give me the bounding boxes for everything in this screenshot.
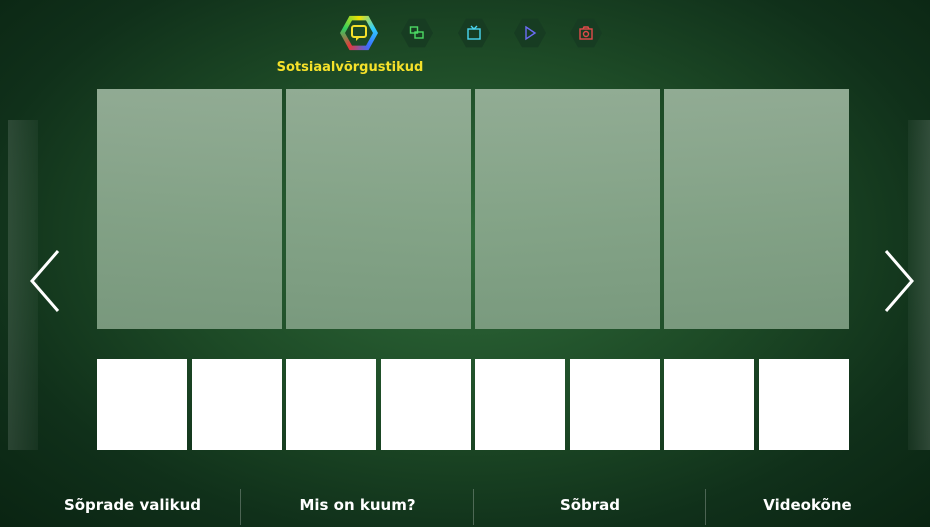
nav-multiscreen-button[interactable] xyxy=(401,18,433,48)
next-arrow-icon[interactable] xyxy=(882,249,916,313)
menu-friends[interactable]: Sõbrad xyxy=(475,483,705,527)
thumbnail-tiles xyxy=(97,359,850,450)
preview-tile[interactable] xyxy=(286,89,471,329)
top-navigation xyxy=(0,14,930,54)
menu-divider xyxy=(473,489,474,525)
multi-screen-icon xyxy=(409,26,424,39)
nav-tv-button[interactable] xyxy=(458,18,490,48)
thumbnail-tile[interactable] xyxy=(664,359,754,450)
thumbnail-tile[interactable] xyxy=(759,359,849,450)
thumbnail-tile[interactable] xyxy=(286,359,376,450)
thumbnail-tile[interactable] xyxy=(381,359,471,450)
nav-play-button[interactable] xyxy=(514,18,546,48)
bottom-menu: Sõprade valikud Mis on kuum? Sõbrad Vide… xyxy=(0,483,930,527)
nav-social-button[interactable] xyxy=(340,15,378,51)
tv-icon xyxy=(467,25,481,40)
preview-tiles xyxy=(97,89,850,329)
preview-tile[interactable] xyxy=(97,89,282,329)
menu-whats-hot[interactable]: Mis on kuum? xyxy=(245,483,470,527)
thumbnail-tile[interactable] xyxy=(475,359,565,450)
preview-tile[interactable] xyxy=(664,89,849,329)
menu-video-call[interactable]: Videokõne xyxy=(705,483,910,527)
play-icon xyxy=(525,25,537,41)
nav-camera-button[interactable] xyxy=(570,18,602,48)
thumbnail-tile[interactable] xyxy=(192,359,282,450)
social-chat-icon xyxy=(351,25,367,41)
menu-divider xyxy=(240,489,241,525)
preview-tile[interactable] xyxy=(475,89,660,329)
thumbnail-tile[interactable] xyxy=(570,359,660,450)
section-title: Sotsiaalvõrgustikud xyxy=(276,60,424,75)
previous-arrow-icon[interactable] xyxy=(28,249,62,313)
menu-friends-picks[interactable]: Sõprade valikud xyxy=(20,483,245,527)
camera-icon xyxy=(579,26,593,40)
thumbnail-tile[interactable] xyxy=(97,359,187,450)
